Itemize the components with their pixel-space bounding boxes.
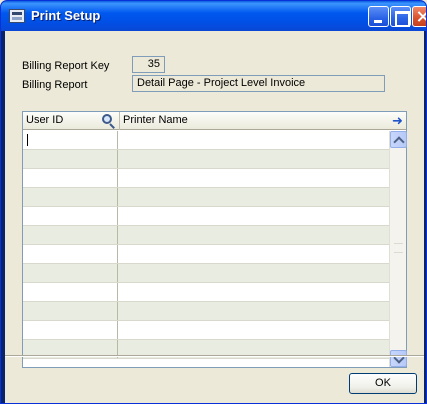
printer-name-cell[interactable] bbox=[119, 283, 389, 301]
user-id-cell[interactable] bbox=[23, 302, 118, 320]
billing-report-key-label: Billing Report Key bbox=[22, 60, 110, 72]
table-row[interactable] bbox=[23, 169, 389, 188]
printer-grid: User ID Printer Name ➜ bbox=[22, 111, 407, 368]
table-row[interactable] bbox=[23, 188, 389, 207]
arrow-right-icon[interactable]: ➜ bbox=[389, 113, 406, 129]
maximize-button[interactable] bbox=[390, 6, 411, 27]
user-id-cell[interactable] bbox=[23, 150, 118, 168]
dialog-body: Billing Report Key 35 Billing Report Det… bbox=[5, 31, 424, 403]
user-id-cell[interactable] bbox=[23, 207, 118, 225]
title-bar[interactable]: Print Setup bbox=[1, 1, 426, 31]
printer-name-cell[interactable] bbox=[119, 131, 389, 149]
vertical-scrollbar[interactable] bbox=[389, 131, 407, 367]
table-row[interactable] bbox=[23, 131, 389, 150]
table-row[interactable] bbox=[23, 150, 389, 169]
scroll-up-button[interactable] bbox=[390, 131, 407, 148]
scroll-down-button[interactable] bbox=[390, 350, 407, 367]
printer-name-cell[interactable] bbox=[119, 302, 389, 320]
printer-name-cell[interactable] bbox=[119, 150, 389, 168]
print-setup-window: Print Setup Billing Report Key 35 Billin… bbox=[0, 0, 427, 404]
printer-name-cell[interactable] bbox=[119, 188, 389, 206]
table-row[interactable] bbox=[23, 264, 389, 283]
user-id-cell[interactable] bbox=[23, 245, 118, 263]
printer-name-cell[interactable] bbox=[119, 264, 389, 282]
printer-name-cell[interactable] bbox=[119, 226, 389, 244]
printer-name-cell[interactable] bbox=[119, 169, 389, 187]
printer-name-cell[interactable] bbox=[119, 245, 389, 263]
window-icon[interactable] bbox=[9, 9, 25, 23]
grid-rows bbox=[23, 131, 389, 367]
user-id-cell[interactable] bbox=[23, 169, 118, 187]
text-caret bbox=[27, 134, 28, 146]
user-id-cell[interactable] bbox=[23, 321, 118, 339]
billing-report-label: Billing Report bbox=[22, 79, 88, 91]
user-id-cell[interactable] bbox=[23, 226, 118, 244]
table-row[interactable] bbox=[23, 245, 389, 264]
minimize-button[interactable] bbox=[368, 6, 389, 27]
column-header-user-id[interactable]: User ID bbox=[23, 112, 99, 130]
printer-name-cell[interactable] bbox=[119, 207, 389, 225]
user-id-cell[interactable] bbox=[23, 283, 118, 301]
table-row[interactable] bbox=[23, 207, 389, 226]
grid-header: User ID Printer Name ➜ bbox=[23, 112, 406, 130]
user-id-cell[interactable] bbox=[23, 131, 118, 149]
table-row[interactable] bbox=[23, 321, 389, 340]
user-id-cell[interactable] bbox=[23, 188, 118, 206]
billing-report-field: Detail Page - Project Level Invoice bbox=[132, 75, 385, 92]
table-row[interactable] bbox=[23, 283, 389, 302]
close-button[interactable] bbox=[412, 6, 426, 27]
column-header-printer-name[interactable]: Printer Name bbox=[119, 112, 386, 130]
ok-button[interactable]: OK bbox=[349, 373, 417, 394]
printer-name-cell[interactable] bbox=[119, 321, 389, 339]
divider bbox=[5, 355, 424, 357]
table-row[interactable] bbox=[23, 302, 389, 321]
billing-report-key-field: 35 bbox=[132, 56, 165, 73]
scrollbar-track[interactable] bbox=[394, 243, 403, 253]
user-id-cell[interactable] bbox=[23, 264, 118, 282]
table-row[interactable] bbox=[23, 226, 389, 245]
magnifier-icon[interactable] bbox=[100, 113, 117, 129]
window-title: Print Setup bbox=[31, 8, 101, 23]
